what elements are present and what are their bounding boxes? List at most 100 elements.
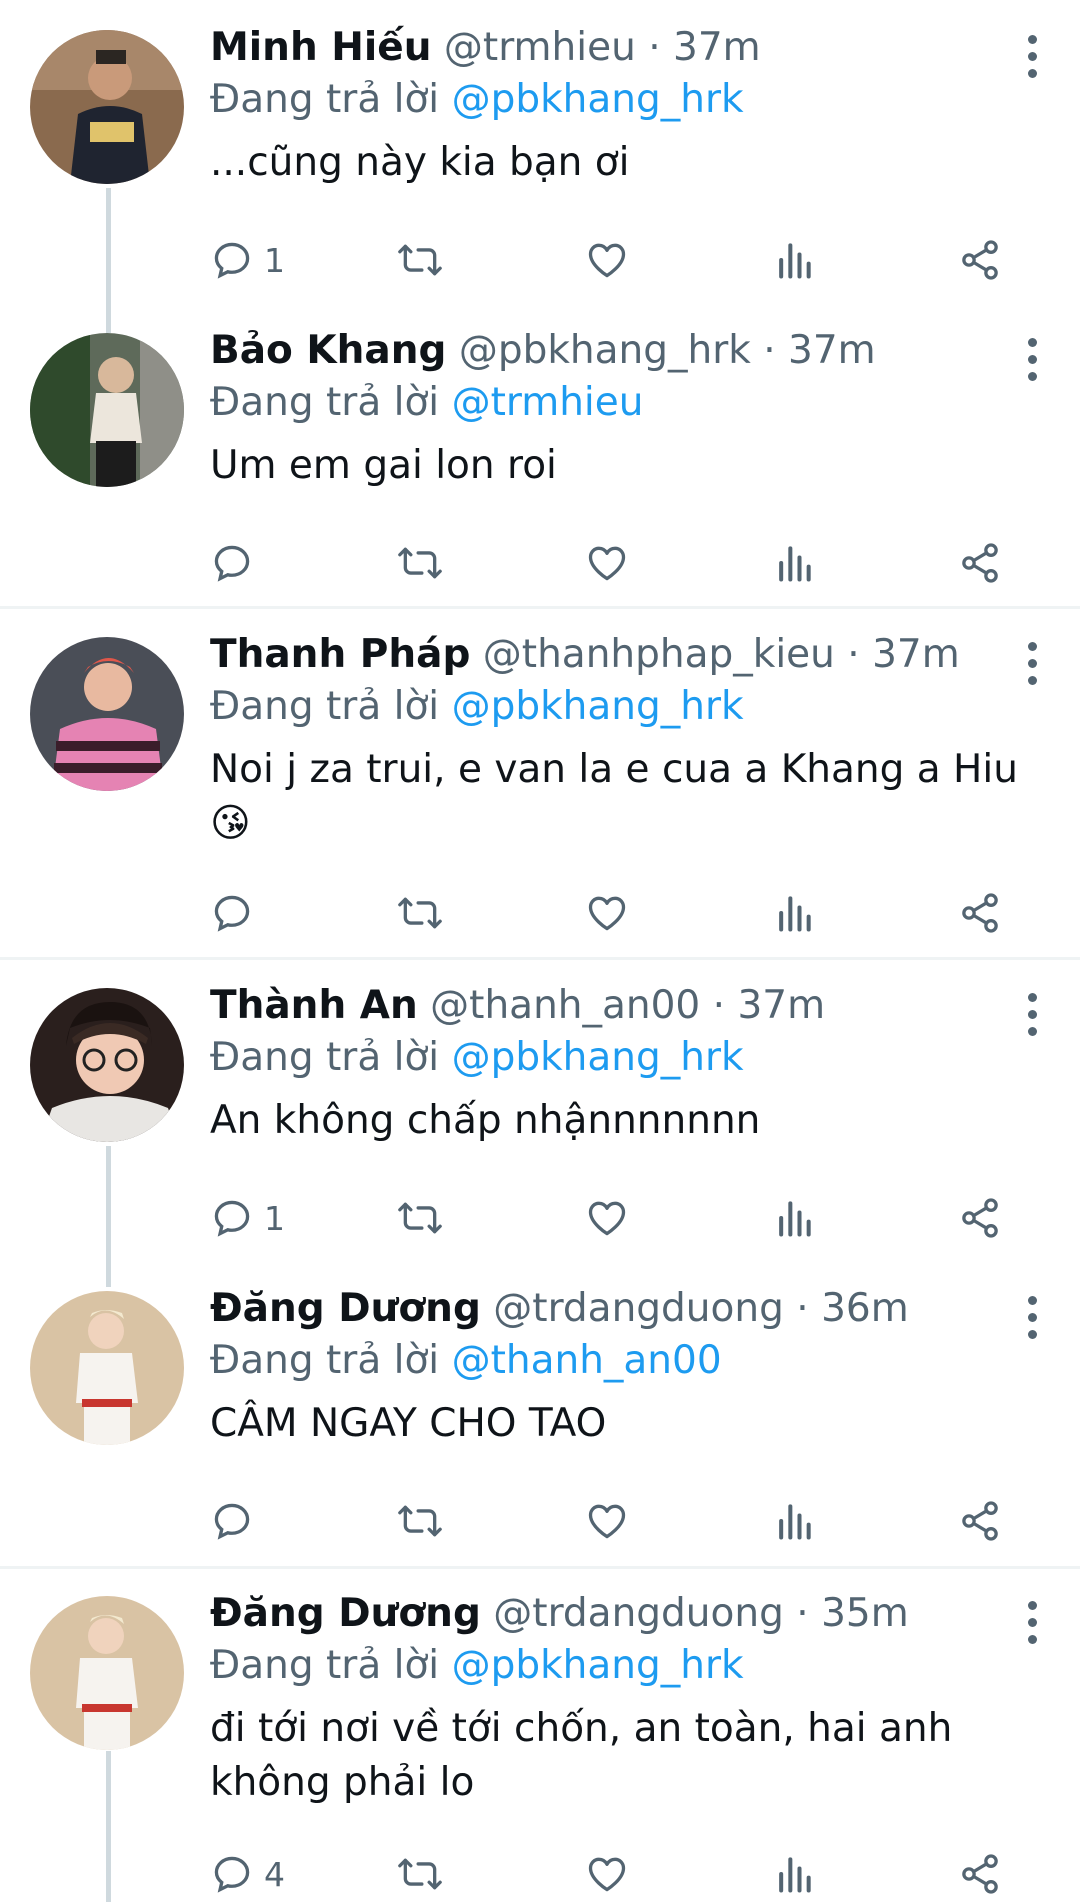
views-button[interactable] xyxy=(774,885,814,941)
share-icon xyxy=(962,893,998,933)
reply-to-handle[interactable]: @pbkhang_hrk xyxy=(452,1643,744,1688)
display-name[interactable]: Đăng Dương xyxy=(210,1591,481,1636)
more-options-icon[interactable] xyxy=(1026,642,1038,686)
user-handle[interactable]: @thanh_an00 xyxy=(430,983,700,1028)
retweet-button[interactable] xyxy=(396,535,444,591)
emoji: 😘 xyxy=(210,801,251,846)
avatar[interactable] xyxy=(30,988,184,1142)
retweet-icon xyxy=(398,244,442,276)
views-button[interactable] xyxy=(774,1190,814,1246)
timestamp[interactable]: 37m xyxy=(788,328,876,373)
timestamp[interactable]: 37m xyxy=(872,632,960,677)
replying-to-label: Đang trả lời xyxy=(210,1643,440,1688)
timestamp[interactable]: 37m xyxy=(737,983,825,1028)
reply-to-handle[interactable]: @thanh_an00 xyxy=(452,1338,722,1383)
views-button[interactable] xyxy=(774,1493,814,1549)
reply-button[interactable]: 4 xyxy=(210,1846,285,1902)
share-button[interactable] xyxy=(958,1190,1002,1246)
share-button[interactable] xyxy=(958,232,1002,288)
action-bar: 1 xyxy=(210,1190,1010,1246)
divider xyxy=(0,1566,1080,1569)
reply-to-handle[interactable]: @pbkhang_hrk xyxy=(452,684,744,729)
avatar[interactable] xyxy=(30,333,184,487)
reply-button[interactable]: 1 xyxy=(210,232,285,288)
heart-icon xyxy=(588,546,626,581)
divider xyxy=(0,606,1080,609)
reply-to-handle[interactable]: @trmhieu xyxy=(452,380,644,425)
like-button[interactable] xyxy=(584,1846,630,1902)
display-name[interactable]: Minh Hiếu xyxy=(210,25,432,70)
display-name[interactable]: Đăng Dương xyxy=(210,1286,481,1331)
reply-count: 1 xyxy=(264,1198,285,1238)
like-button[interactable] xyxy=(584,1190,630,1246)
separator-dot: · xyxy=(834,632,873,677)
views-button[interactable] xyxy=(774,535,814,591)
separator-dot: · xyxy=(783,1286,822,1331)
replying-to-label: Đang trả lời xyxy=(210,684,440,729)
more-options-icon[interactable] xyxy=(1026,1601,1038,1645)
action-bar: 1 xyxy=(210,232,1010,288)
avatar[interactable] xyxy=(30,1291,184,1445)
share-button[interactable] xyxy=(958,885,1002,941)
user-handle[interactable]: @trmhieu xyxy=(444,25,636,70)
views-button[interactable] xyxy=(774,232,814,288)
retweet-button[interactable] xyxy=(396,1846,444,1902)
user-handle[interactable]: @trdangduong xyxy=(493,1286,784,1331)
analytics-icon xyxy=(779,1857,811,1893)
user-handle[interactable]: @pbkhang_hrk xyxy=(459,328,751,373)
heart-icon xyxy=(588,243,626,278)
thread-connector xyxy=(106,1751,111,1902)
tweet-text: ...cũng này kia bạn ơi xyxy=(210,140,630,185)
more-options-icon[interactable] xyxy=(1026,1296,1038,1340)
share-icon xyxy=(962,1501,998,1541)
more-options-icon[interactable] xyxy=(1026,338,1038,382)
retweet-button[interactable] xyxy=(396,1493,444,1549)
analytics-icon xyxy=(779,1504,811,1540)
timestamp[interactable]: 35m xyxy=(821,1591,909,1636)
more-options-icon[interactable] xyxy=(1026,35,1038,79)
retweet-button[interactable] xyxy=(396,1190,444,1246)
tweet-text: CÂM NGAY CHO TAO xyxy=(210,1401,607,1446)
retweet-button[interactable] xyxy=(396,885,444,941)
share-button[interactable] xyxy=(958,1846,1002,1902)
tweet-text: An không chấp nhậnnnnnnn xyxy=(210,1098,761,1143)
display-name[interactable]: Bảo Khang xyxy=(210,328,446,373)
avatar[interactable] xyxy=(30,637,184,791)
reply-button[interactable] xyxy=(210,535,264,591)
share-button[interactable] xyxy=(958,1493,1002,1549)
display-name[interactable]: Thành An xyxy=(210,983,418,1028)
reply-to-handle[interactable]: @pbkhang_hrk xyxy=(452,1035,744,1080)
views-button[interactable] xyxy=(774,1846,814,1902)
like-button[interactable] xyxy=(584,1493,630,1549)
share-button[interactable] xyxy=(958,535,1002,591)
more-options-icon[interactable] xyxy=(1026,993,1038,1037)
retweet-icon xyxy=(398,1505,442,1537)
heart-icon xyxy=(588,1504,626,1539)
retweet-button[interactable] xyxy=(396,232,444,288)
analytics-icon xyxy=(779,243,811,279)
retweet-icon xyxy=(398,547,442,579)
display-name[interactable]: Thanh Pháp xyxy=(210,632,470,677)
reply-to-handle[interactable]: @pbkhang_hrk xyxy=(452,77,744,122)
reply-button[interactable] xyxy=(210,1493,264,1549)
retweet-icon xyxy=(398,1858,442,1890)
reply-icon xyxy=(214,545,250,582)
action-bar: 4 xyxy=(210,1846,1010,1902)
like-button[interactable] xyxy=(584,232,630,288)
user-handle[interactable]: @trdangduong xyxy=(493,1591,784,1636)
like-button[interactable] xyxy=(584,885,630,941)
share-icon xyxy=(962,1854,998,1894)
tweet-text: Noi j za trui, e van la e cua a Khang a … xyxy=(210,743,1040,851)
reply-button[interactable]: 1 xyxy=(210,1190,285,1246)
timestamp[interactable]: 36m xyxy=(821,1286,909,1331)
replying-to-label: Đang trả lời xyxy=(210,380,440,425)
heart-icon xyxy=(588,1201,626,1236)
replying-to-label: Đang trả lời xyxy=(210,1035,440,1080)
user-handle[interactable]: @thanhphap_kieu xyxy=(483,632,835,677)
reply-button[interactable] xyxy=(210,885,264,941)
separator-dot: · xyxy=(783,1591,822,1636)
avatar[interactable] xyxy=(30,1596,184,1750)
like-button[interactable] xyxy=(584,535,630,591)
avatar[interactable] xyxy=(30,30,184,184)
timestamp[interactable]: 37m xyxy=(673,25,761,70)
